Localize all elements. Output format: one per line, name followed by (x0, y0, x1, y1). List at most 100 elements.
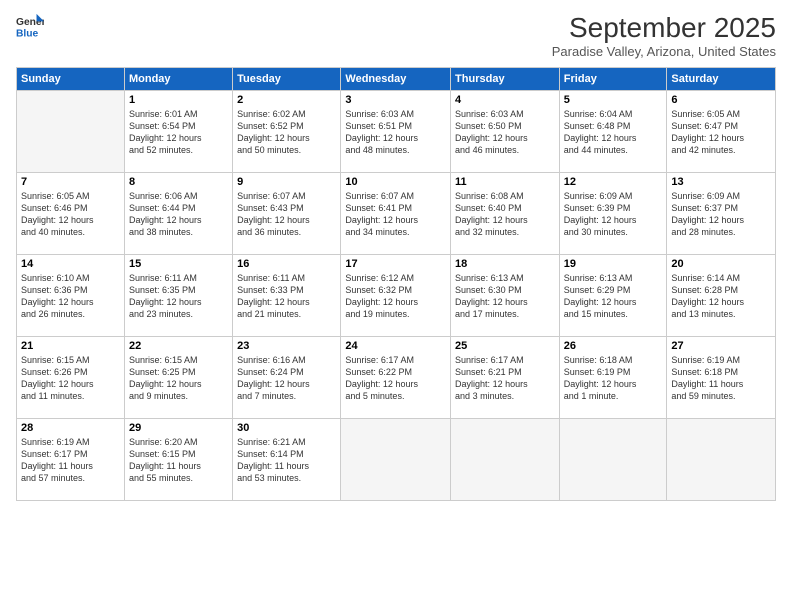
day-number: 28 (21, 422, 120, 434)
day-info: Sunrise: 6:19 AM Sunset: 6:17 PM Dayligh… (21, 436, 120, 485)
day-number: 1 (129, 94, 228, 106)
day-cell (559, 419, 667, 501)
week-row-0: 1 Sunrise: 6:01 AM Sunset: 6:54 PM Daylig… (17, 91, 776, 173)
day-cell (451, 419, 560, 501)
col-saturday: Saturday (667, 68, 776, 91)
day-info: Sunrise: 6:19 AM Sunset: 6:18 PM Dayligh… (671, 354, 771, 403)
day-info: Sunrise: 6:12 AM Sunset: 6:32 PM Dayligh… (345, 272, 446, 321)
day-info: Sunrise: 6:03 AM Sunset: 6:50 PM Dayligh… (455, 108, 555, 157)
svg-text:Blue: Blue (16, 28, 39, 39)
location: Paradise Valley, Arizona, United States (552, 44, 776, 59)
day-number: 16 (237, 258, 336, 270)
day-number: 19 (564, 258, 663, 270)
day-cell: 19 Sunrise: 6:13 AM Sunset: 6:29 PM Dayli… (559, 255, 667, 337)
day-cell: 16Sunrise: 6:11 AM Sunset: 6:33 PM Dayli… (233, 255, 341, 337)
day-cell: 30 Sunrise: 6:21 AM Sunset: 6:14 PM Dayli… (233, 419, 341, 501)
week-row-1: 7 Sunrise: 6:05 AM Sunset: 6:46 PM Daylig… (17, 173, 776, 255)
day-number: 23 (237, 340, 336, 352)
day-cell: 5Sunrise: 6:04 AM Sunset: 6:48 PM Daylig… (559, 91, 667, 173)
col-wednesday: Wednesday (341, 68, 451, 91)
day-info: Sunrise: 6:09 AM Sunset: 6:39 PM Dayligh… (564, 190, 663, 239)
day-number: 7 (21, 176, 120, 188)
day-cell: 20 Sunrise: 6:14 AM Sunset: 6:28 PM Dayli… (667, 255, 776, 337)
day-cell: 24 Sunrise: 6:17 AM Sunset: 6:22 PM Dayli… (341, 337, 451, 419)
day-number: 17 (345, 258, 446, 270)
week-row-2: 14 Sunrise: 6:10 AM Sunset: 6:36 PM Dayli… (17, 255, 776, 337)
day-info: Sunrise: 6:10 AM Sunset: 6:36 PM Dayligh… (21, 272, 120, 321)
day-cell (667, 419, 776, 501)
day-number: 8 (129, 176, 228, 188)
day-number: 24 (345, 340, 446, 352)
week-row-4: 28 Sunrise: 6:19 AM Sunset: 6:17 PM Dayli… (17, 419, 776, 501)
day-cell: 28 Sunrise: 6:19 AM Sunset: 6:17 PM Dayli… (17, 419, 125, 501)
day-number: 4 (455, 94, 555, 106)
day-info: Sunrise: 6:21 AM Sunset: 6:14 PM Dayligh… (237, 436, 336, 485)
day-info: Sunrise: 6:08 AM Sunset: 6:40 PM Dayligh… (455, 190, 555, 239)
day-cell: 8 Sunrise: 6:06 AM Sunset: 6:44 PM Daylig… (124, 173, 232, 255)
header-row: Sunday Monday Tuesday Wednesday Thursday… (17, 68, 776, 91)
day-number: 14 (21, 258, 120, 270)
col-tuesday: Tuesday (233, 68, 341, 91)
day-number: 13 (671, 176, 771, 188)
day-cell: 14 Sunrise: 6:10 AM Sunset: 6:36 PM Dayli… (17, 255, 125, 337)
day-cell: 12Sunrise: 6:09 AM Sunset: 6:39 PM Dayli… (559, 173, 667, 255)
day-number: 27 (671, 340, 771, 352)
day-cell: 9 Sunrise: 6:07 AM Sunset: 6:43 PM Daylig… (233, 173, 341, 255)
day-cell: 13 Sunrise: 6:09 AM Sunset: 6:37 PM Dayli… (667, 173, 776, 255)
title-block: September 2025 Paradise Valley, Arizona,… (552, 12, 776, 59)
day-number: 21 (21, 340, 120, 352)
day-number: 9 (237, 176, 336, 188)
day-cell: 18Sunrise: 6:13 AM Sunset: 6:30 PM Dayli… (451, 255, 560, 337)
day-info: Sunrise: 6:17 AM Sunset: 6:22 PM Dayligh… (345, 354, 446, 403)
header: General Blue September 2025 Paradise Val… (16, 12, 776, 59)
day-number: 26 (564, 340, 663, 352)
logo-icon: General Blue (16, 12, 44, 40)
day-cell: 27 Sunrise: 6:19 AM Sunset: 6:18 PM Dayli… (667, 337, 776, 419)
calendar-page: General Blue September 2025 Paradise Val… (0, 0, 792, 612)
day-info: Sunrise: 6:20 AM Sunset: 6:15 PM Dayligh… (129, 436, 228, 485)
day-number: 2 (237, 94, 336, 106)
day-info: Sunrise: 6:17 AM Sunset: 6:21 PM Dayligh… (455, 354, 555, 403)
col-sunday: Sunday (17, 68, 125, 91)
day-cell: 11Sunrise: 6:08 AM Sunset: 6:40 PM Dayli… (451, 173, 560, 255)
day-info: Sunrise: 6:13 AM Sunset: 6:29 PM Dayligh… (564, 272, 663, 321)
day-number: 6 (671, 94, 771, 106)
day-info: Sunrise: 6:05 AM Sunset: 6:46 PM Dayligh… (21, 190, 120, 239)
day-info: Sunrise: 6:03 AM Sunset: 6:51 PM Dayligh… (345, 108, 446, 157)
day-number: 3 (345, 94, 446, 106)
day-info: Sunrise: 6:13 AM Sunset: 6:30 PM Dayligh… (455, 272, 555, 321)
day-cell: 25 Sunrise: 6:17 AM Sunset: 6:21 PM Dayli… (451, 337, 560, 419)
day-cell: 23Sunrise: 6:16 AM Sunset: 6:24 PM Dayli… (233, 337, 341, 419)
day-info: Sunrise: 6:15 AM Sunset: 6:25 PM Dayligh… (129, 354, 228, 403)
day-number: 15 (129, 258, 228, 270)
day-info: Sunrise: 6:07 AM Sunset: 6:43 PM Dayligh… (237, 190, 336, 239)
day-info: Sunrise: 6:02 AM Sunset: 6:52 PM Dayligh… (237, 108, 336, 157)
day-info: Sunrise: 6:14 AM Sunset: 6:28 PM Dayligh… (671, 272, 771, 321)
month-title: September 2025 (552, 12, 776, 44)
day-info: Sunrise: 6:06 AM Sunset: 6:44 PM Dayligh… (129, 190, 228, 239)
day-number: 20 (671, 258, 771, 270)
day-cell: 21 Sunrise: 6:15 AM Sunset: 6:26 PM Dayli… (17, 337, 125, 419)
day-cell: 7 Sunrise: 6:05 AM Sunset: 6:46 PM Daylig… (17, 173, 125, 255)
day-cell (341, 419, 451, 501)
day-cell: 6Sunrise: 6:05 AM Sunset: 6:47 PM Daylig… (667, 91, 776, 173)
day-number: 25 (455, 340, 555, 352)
week-row-3: 21 Sunrise: 6:15 AM Sunset: 6:26 PM Dayli… (17, 337, 776, 419)
day-info: Sunrise: 6:15 AM Sunset: 6:26 PM Dayligh… (21, 354, 120, 403)
day-number: 5 (564, 94, 663, 106)
col-thursday: Thursday (451, 68, 560, 91)
day-cell: 3 Sunrise: 6:03 AM Sunset: 6:51 PM Daylig… (341, 91, 451, 173)
day-number: 22 (129, 340, 228, 352)
day-number: 30 (237, 422, 336, 434)
day-number: 10 (345, 176, 446, 188)
day-info: Sunrise: 6:18 AM Sunset: 6:19 PM Dayligh… (564, 354, 663, 403)
day-cell: 2 Sunrise: 6:02 AM Sunset: 6:52 PM Daylig… (233, 91, 341, 173)
col-friday: Friday (559, 68, 667, 91)
day-cell: 15 Sunrise: 6:11 AM Sunset: 6:35 PM Dayli… (124, 255, 232, 337)
day-info: Sunrise: 6:11 AM Sunset: 6:35 PM Dayligh… (129, 272, 228, 321)
day-cell: 26 Sunrise: 6:18 AM Sunset: 6:19 PM Dayli… (559, 337, 667, 419)
day-cell: 10Sunrise: 6:07 AM Sunset: 6:41 PM Dayli… (341, 173, 451, 255)
day-info: Sunrise: 6:09 AM Sunset: 6:37 PM Dayligh… (671, 190, 771, 239)
day-cell: 4 Sunrise: 6:03 AM Sunset: 6:50 PM Daylig… (451, 91, 560, 173)
day-info: Sunrise: 6:01 AM Sunset: 6:54 PM Dayligh… (129, 108, 228, 157)
